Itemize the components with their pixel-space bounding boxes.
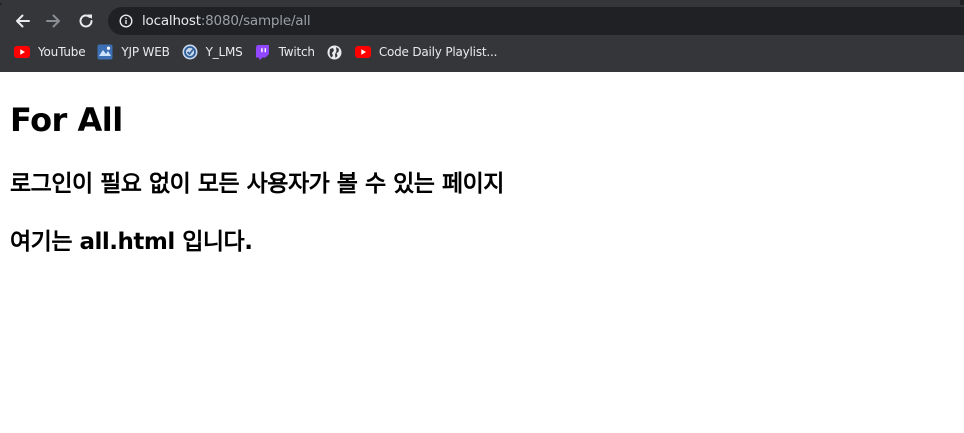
bookmark-label: Code Daily Playlist... [378,45,498,59]
site-info-icon[interactable] [118,13,134,29]
bookmark-label: YouTube [38,45,86,59]
bookmark-twitch[interactable]: Twitch [249,40,321,64]
address-bar[interactable]: localhost:8080/sample/all [108,7,964,35]
browser-toolbar: localhost:8080/sample/all [0,5,964,37]
arrow-right-icon [46,14,60,28]
page-body-text: 여기는 all.html 입니다. [10,229,253,255]
reload-button[interactable] [73,8,99,34]
bookmark-globe[interactable] [321,40,349,64]
bookmark-label: YJP WEB [121,45,170,59]
arrow-left-icon [16,14,30,28]
globe-icon [327,44,343,60]
y-lms-icon [182,44,198,60]
bookmark-label: Twitch [278,45,315,59]
page-subtitle: 로그인이 필요 없이 모든 사용자가 볼 수 있는 페이지 [10,171,504,197]
youtube-icon [14,44,30,60]
bookmark-code-daily-playlist[interactable]: Code Daily Playlist... [349,40,503,64]
bookmark-label: Y_LMS [205,45,243,59]
back-button[interactable] [9,8,35,34]
youtube-icon [354,44,371,60]
browser-chrome: localhost:8080/sample/all YouTube YJP WE… [0,0,964,72]
url-path: :8080/sample/all [200,13,311,29]
twitch-icon [255,44,271,60]
url-text[interactable]: localhost:8080/sample/all [142,13,311,29]
reload-icon [79,14,93,28]
bookmark-y-lms[interactable]: Y_LMS [176,40,249,64]
url-host: localhost [142,13,201,29]
forward-button[interactable] [41,8,67,34]
page-title: For All [10,101,123,139]
bookmark-youtube[interactable]: YouTube [0,40,91,64]
page-content: For All 로그인이 필요 없이 모든 사용자가 볼 수 있는 페이지 여기… [0,72,964,433]
bookmark-yjp-web[interactable]: YJP WEB [91,40,175,64]
bookmarks-bar: YouTube YJP WEB Y_LMS Twitch Code Daily … [0,38,964,66]
yjp-web-icon [97,44,113,60]
